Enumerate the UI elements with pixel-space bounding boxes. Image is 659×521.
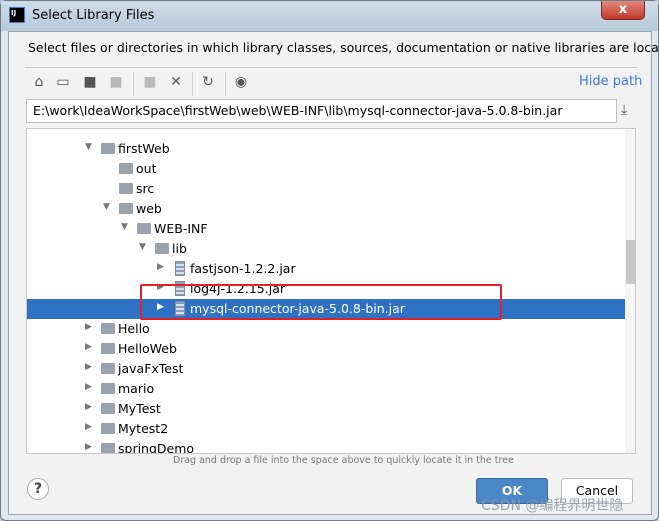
delete-icon[interactable]: ✕ <box>167 74 185 90</box>
path-input[interactable]: E:\work\IdeaWorkSpace\firstWeb\web\WEB-I… <box>26 99 617 123</box>
show-hidden-icon[interactable]: ◉ <box>232 74 250 90</box>
expand-arrow-down-icon[interactable]: ▼ <box>103 202 110 212</box>
tree-item-label: MyTest <box>118 401 161 416</box>
tree-item-label: web <box>136 201 162 216</box>
tree-item-label: firstWeb <box>118 141 170 156</box>
divider <box>133 72 134 96</box>
tree-item-label: Mytest2 <box>118 421 169 436</box>
dialog-content: Select files or directories in which lib… <box>8 31 659 515</box>
folder-icon <box>119 203 133 214</box>
folder-icon <box>101 383 115 394</box>
folder-icon <box>101 323 115 334</box>
tree-item[interactable]: ▶ mario <box>27 379 625 399</box>
project-folder-icon[interactable]: ■ <box>81 74 99 90</box>
expand-arrow-right-icon[interactable]: ▶ <box>85 422 92 432</box>
expand-arrow-down-icon[interactable]: ▼ <box>121 222 128 232</box>
window-title: Select Library Files <box>32 8 155 23</box>
desktop-icon[interactable]: ▭ <box>54 74 72 90</box>
tree-item-label: fastjson-1.2.2.jar <box>190 261 296 276</box>
tree-item-label: javaFxTest <box>118 361 184 376</box>
description: Select files or directories in which lib… <box>28 40 659 55</box>
expand-arrow-right-icon[interactable]: ▶ <box>157 262 164 272</box>
refresh-icon[interactable]: ↻ <box>199 74 217 90</box>
expand-arrow-right-icon[interactable]: ▶ <box>85 322 92 332</box>
folder-icon <box>101 143 115 154</box>
tree-item[interactable]: ▶ Hello <box>27 319 625 339</box>
folder-icon <box>119 163 133 174</box>
folder-icon <box>137 223 151 234</box>
tree-item[interactable]: ▶ MyTest <box>27 399 625 419</box>
expand-arrow-right-icon[interactable]: ▶ <box>85 342 92 352</box>
close-button[interactable]: x <box>601 1 645 20</box>
tree-item[interactable]: ▶ Mytest2 <box>27 419 625 439</box>
expand-arrow-right-icon[interactable]: ▶ <box>85 382 92 392</box>
folder-icon <box>155 243 169 254</box>
tree-item-label: src <box>136 181 155 196</box>
divider <box>225 72 226 96</box>
tree-item-label: lib <box>172 241 187 256</box>
expand-arrow-down-icon[interactable]: ▼ <box>139 242 146 252</box>
tree-item[interactable]: ▶ HelloWeb <box>27 339 625 359</box>
tree-item[interactable]: ▼ firstWeb <box>27 139 625 159</box>
divider <box>25 67 637 68</box>
tree-item-label: out <box>136 161 157 176</box>
dialog-window: IJ Select Library Files x Select files o… <box>0 0 659 521</box>
new-folder-icon[interactable]: ■ <box>141 74 159 90</box>
tree-item-label: springDemo <box>118 441 195 454</box>
folder-icon <box>119 183 133 194</box>
expand-arrow-right-icon[interactable]: ▶ <box>85 442 92 452</box>
expand-arrow-right-icon[interactable]: ▶ <box>85 402 92 412</box>
jar-icon <box>175 261 185 276</box>
folder-icon <box>101 443 115 453</box>
tree-item-label: HelloWeb <box>118 341 177 356</box>
tree-item-label: WEB-INF <box>154 221 208 236</box>
download-icon[interactable]: ⤓ <box>621 102 627 118</box>
title-bar: IJ Select Library Files x <box>1 1 658 31</box>
tree-item[interactable]: out <box>27 159 625 179</box>
highlight-box <box>140 284 502 320</box>
intellij-logo-icon: IJ <box>9 7 25 23</box>
home-icon[interactable]: ⌂ <box>30 74 48 90</box>
scrollbar-thumb[interactable] <box>626 240 635 284</box>
hide-path-link[interactable]: Hide path <box>579 74 642 89</box>
tree-item[interactable]: ▶ fastjson-1.2.2.jar <box>27 259 625 279</box>
tree-item[interactable]: ▶ springDemo <box>27 439 625 454</box>
folder-icon <box>101 343 115 354</box>
tree-item[interactable]: src <box>27 179 625 199</box>
tree-item-label: Hello <box>118 321 150 336</box>
tree-item[interactable]: ▼ WEB-INF <box>27 219 625 239</box>
tree-item[interactable]: ▶ javaFxTest <box>27 359 625 379</box>
scrollbar[interactable] <box>625 129 635 453</box>
drag-drop-hint: Drag and drop a file into the space abov… <box>173 455 514 466</box>
expand-arrow-down-icon[interactable]: ▼ <box>85 142 92 152</box>
divider <box>192 72 193 96</box>
expand-arrow-right-icon[interactable]: ▶ <box>85 362 92 372</box>
folder-icon <box>101 423 115 434</box>
help-button[interactable]: ? <box>27 478 49 500</box>
folder-icon <box>101 403 115 414</box>
tree-item[interactable]: ▼ lib <box>27 239 625 259</box>
tree-item[interactable]: ▼ web <box>27 199 625 219</box>
tree-item-label: mario <box>118 381 155 396</box>
watermark: CSDN @编程界明世隐 <box>481 498 624 514</box>
module-folder-icon[interactable]: ■ <box>107 74 125 90</box>
folder-icon <box>101 363 115 374</box>
